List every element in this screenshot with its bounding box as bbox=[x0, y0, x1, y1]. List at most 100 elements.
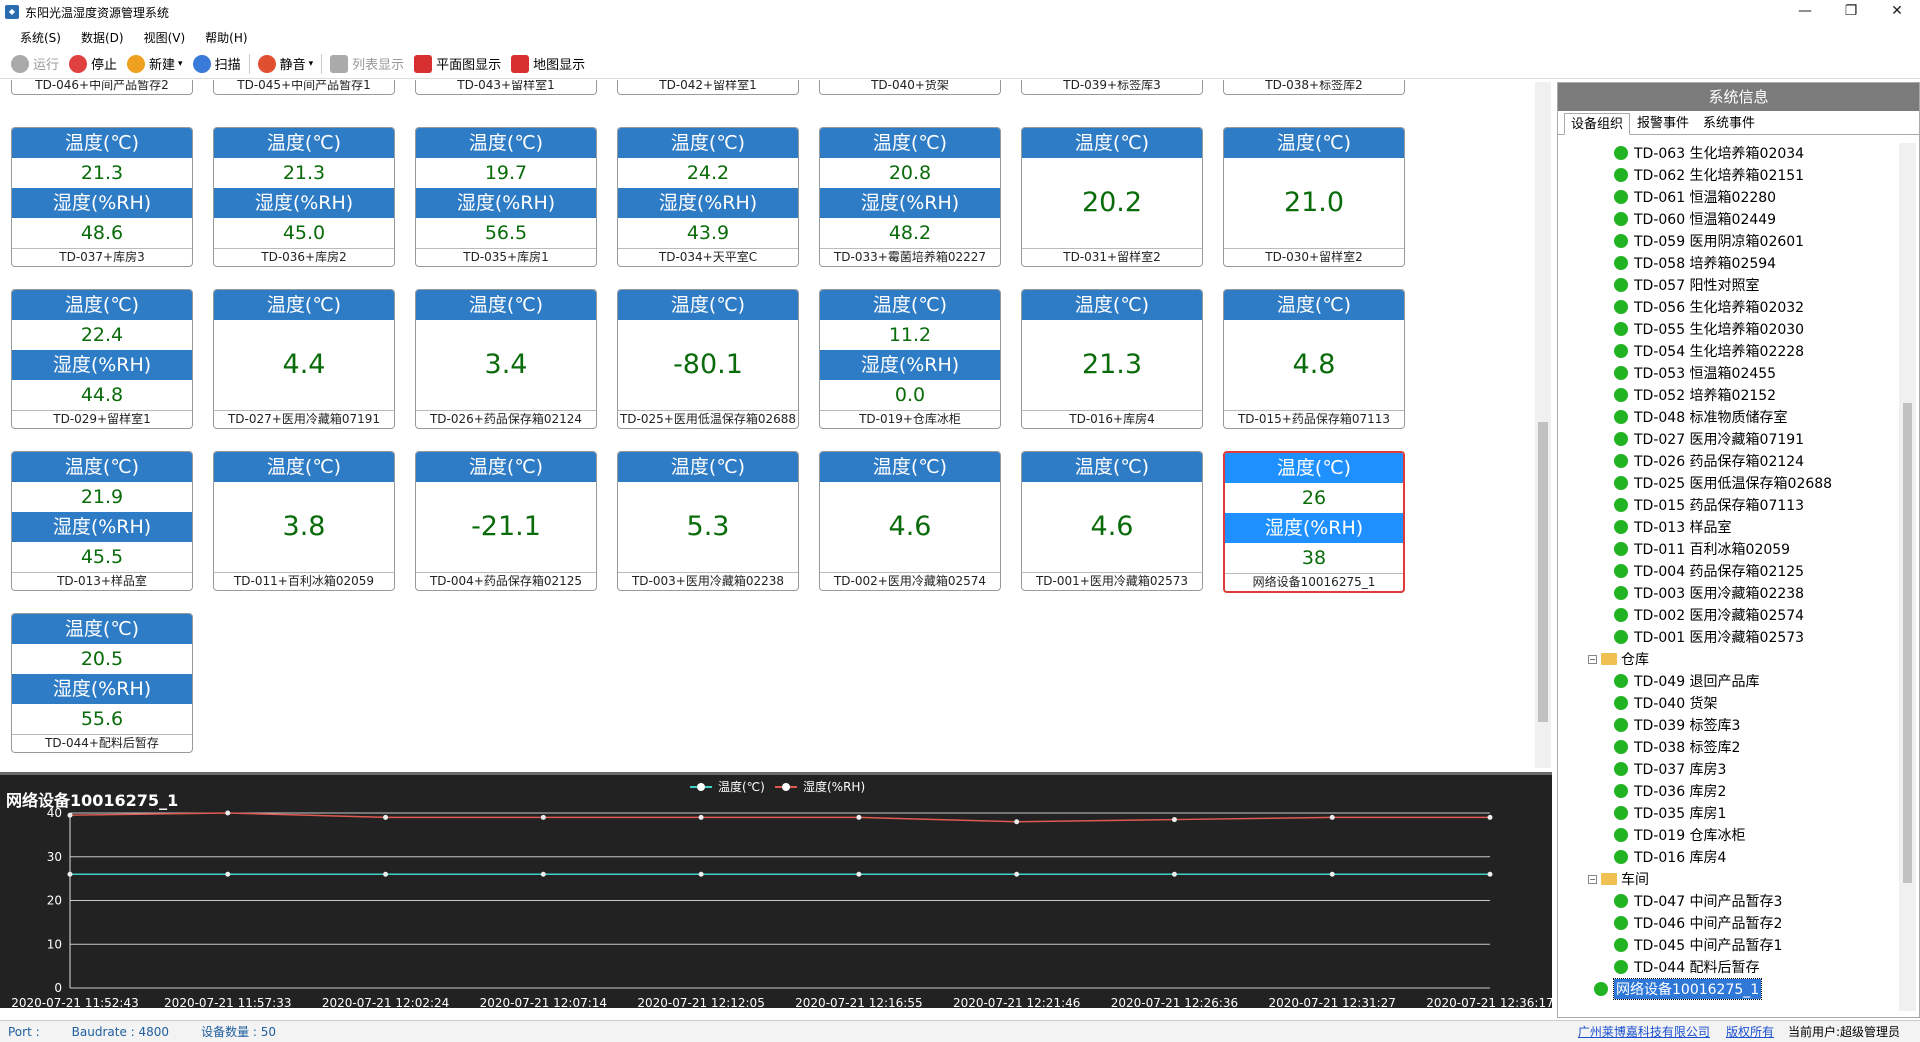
device-card[interactable]: 温度(℃) 3.8 TD-011+百利冰箱02059 bbox=[213, 451, 395, 591]
tree-device[interactable]: TD-045 中间产品暂存1 bbox=[1614, 935, 1782, 955]
device-card[interactable]: TD-043+留样室1 bbox=[415, 80, 597, 95]
tree-device[interactable]: TD-003 医用冷藏箱02238 bbox=[1614, 583, 1804, 603]
tree-folder[interactable]: − 仓库 bbox=[1588, 649, 1649, 669]
toolbar-add-button[interactable]: 新建 ▾ bbox=[122, 51, 188, 77]
tree-device[interactable]: TD-063 生化培养箱02034 bbox=[1614, 143, 1804, 163]
menu-help[interactable]: 帮助(H) bbox=[195, 29, 257, 46]
device-card[interactable]: 温度(℃) 22.4 湿度(%RH) 44.8 TD-029+留样室1 bbox=[11, 289, 193, 429]
device-card[interactable]: 温度(℃) -80.1 TD-025+医用低温保存箱02688 bbox=[617, 289, 799, 429]
device-card[interactable]: 温度(℃) 20.2 TD-031+留样室2 bbox=[1021, 127, 1203, 267]
device-card[interactable]: 温度(℃) 20.8 湿度(%RH) 48.2 TD-033+霉菌培养箱02227 bbox=[819, 127, 1001, 267]
device-card[interactable]: TD-046+中间产品暂存2 bbox=[11, 80, 193, 95]
device-card[interactable]: TD-042+留样室1 bbox=[617, 80, 799, 95]
device-card[interactable]: 温度(℃) 19.7 湿度(%RH) 56.5 TD-035+库房1 bbox=[415, 127, 597, 267]
tab-system-events[interactable]: 系统事件 bbox=[1696, 112, 1762, 134]
device-card[interactable]: 温度(℃) 20.5 湿度(%RH) 55.6 TD-044+配料后暂存 bbox=[11, 613, 193, 753]
device-card[interactable]: TD-045+中间产品暂存1 bbox=[213, 80, 395, 95]
chevron-down-icon[interactable]: ▾ bbox=[178, 59, 183, 69]
tree-device[interactable]: TD-056 生化培养箱02032 bbox=[1614, 297, 1804, 317]
device-card[interactable]: TD-038+标签库2 bbox=[1223, 80, 1405, 95]
tree-device[interactable]: TD-037 库房3 bbox=[1614, 759, 1726, 779]
device-card[interactable]: 温度(℃) 21.0 TD-030+留样室2 bbox=[1223, 127, 1405, 267]
tree-folder[interactable]: − 车间 bbox=[1588, 869, 1649, 889]
collapse-icon[interactable]: − bbox=[1588, 874, 1597, 884]
toolbar-label: 扫描 bbox=[214, 58, 241, 73]
tree-device[interactable]: TD-058 培养箱02594 bbox=[1614, 253, 1776, 273]
status-online-icon bbox=[1614, 784, 1628, 798]
tree-device[interactable]: TD-057 阳性对照室 bbox=[1614, 275, 1760, 295]
status-online-icon bbox=[1614, 740, 1628, 754]
tree-device[interactable]: TD-048 标准物质储存室 bbox=[1614, 407, 1788, 427]
menu-view[interactable]: 视图(V) bbox=[134, 29, 196, 46]
tree-device[interactable]: TD-025 医用低温保存箱02688 bbox=[1614, 473, 1832, 493]
company-link[interactable]: 广州莱博嘉科技有限公司 bbox=[1578, 1023, 1710, 1040]
tree-device[interactable]: TD-062 生化培养箱02151 bbox=[1614, 165, 1804, 185]
tree-device[interactable]: TD-053 恒温箱02455 bbox=[1614, 363, 1776, 383]
tree-device[interactable]: TD-044 配料后暂存 bbox=[1614, 957, 1760, 977]
minimize-button[interactable]: — bbox=[1782, 0, 1828, 24]
tab-device-org[interactable]: 设备组织 bbox=[1564, 113, 1631, 135]
device-card[interactable]: TD-040+货架 bbox=[819, 80, 1001, 95]
maximize-button[interactable]: ❐ bbox=[1828, 0, 1874, 24]
chevron-down-icon[interactable]: ▾ bbox=[309, 59, 314, 69]
tree-device[interactable]: TD-059 医用阴凉箱02601 bbox=[1614, 231, 1804, 251]
device-card[interactable]: 温度(℃) 26 湿度(%RH) 38 网络设备10016275_1 bbox=[1223, 451, 1405, 593]
device-card[interactable]: 温度(℃) 3.4 TD-026+药品保存箱02124 bbox=[415, 289, 597, 429]
toolbar-stop-button[interactable]: 停止 bbox=[64, 51, 122, 77]
toolbar-alarm-button[interactable]: 静音 ▾ bbox=[253, 51, 319, 77]
tree-device[interactable]: TD-001 医用冷藏箱02573 bbox=[1614, 627, 1804, 647]
tree-device[interactable]: TD-046 中间产品暂存2 bbox=[1614, 913, 1782, 933]
device-card[interactable]: 温度(℃) 21.9 湿度(%RH) 45.5 TD-013+样品室 bbox=[11, 451, 193, 591]
tree-device[interactable]: TD-011 百利冰箱02059 bbox=[1614, 539, 1790, 559]
toolbar-scan-button[interactable]: 扫描 bbox=[188, 51, 246, 77]
close-button[interactable]: ✕ bbox=[1874, 0, 1920, 24]
device-card[interactable]: 温度(℃) 4.4 TD-027+医用冷藏箱07191 bbox=[213, 289, 395, 429]
tree-scrollbar-thumb[interactable] bbox=[1903, 403, 1912, 883]
tree-device[interactable]: TD-061 恒温箱02280 bbox=[1614, 187, 1776, 207]
toolbar-list-button[interactable]: 列表显示 bbox=[325, 51, 409, 77]
tree-device[interactable]: TD-004 药品保存箱02125 bbox=[1614, 561, 1804, 581]
tree-device[interactable]: TD-054 生化培养箱02228 bbox=[1614, 341, 1804, 361]
tab-alarm-events[interactable]: 报警事件 bbox=[1630, 112, 1696, 134]
tree-device[interactable]: TD-015 药品保存箱07113 bbox=[1614, 495, 1804, 515]
toolbar-pin-button[interactable]: 平面图显示 bbox=[409, 51, 506, 77]
device-card[interactable]: 温度(℃) 4.6 TD-002+医用冷藏箱02574 bbox=[819, 451, 1001, 591]
device-card[interactable]: 温度(℃) 5.3 TD-003+医用冷藏箱02238 bbox=[617, 451, 799, 591]
tree-device[interactable]: TD-026 药品保存箱02124 bbox=[1614, 451, 1804, 471]
device-card[interactable]: 温度(℃) 24.2 湿度(%RH) 43.9 TD-034+天平室C bbox=[617, 127, 799, 267]
tree-device[interactable]: TD-047 中间产品暂存3 bbox=[1614, 891, 1782, 911]
tree-device[interactable]: TD-013 样品室 bbox=[1614, 517, 1732, 537]
device-card[interactable]: 温度(℃) 11.2 湿度(%RH) 0.0 TD-019+仓库冰柜 bbox=[819, 289, 1001, 429]
collapse-icon[interactable]: − bbox=[1588, 654, 1597, 664]
rights-link[interactable]: 版权所有 bbox=[1726, 1023, 1774, 1040]
tree-device[interactable]: TD-019 仓库冰柜 bbox=[1614, 825, 1746, 845]
toolbar-play-button[interactable]: 运行 bbox=[6, 51, 64, 77]
device-name: TD-039+标签库3 bbox=[1022, 80, 1202, 94]
tree-device[interactable]: TD-036 库房2 bbox=[1614, 781, 1726, 801]
menu-system[interactable]: 系统(S) bbox=[10, 29, 71, 46]
device-card[interactable]: 温度(℃) -21.1 TD-004+药品保存箱02125 bbox=[415, 451, 597, 591]
tree-device[interactable]: 网络设备10016275_1 bbox=[1594, 978, 1763, 1000]
tree-device[interactable]: TD-002 医用冷藏箱02574 bbox=[1614, 605, 1804, 625]
grid-scrollbar[interactable] bbox=[1535, 82, 1551, 768]
device-card[interactable]: 温度(℃) 21.3 湿度(%RH) 48.6 TD-037+库房3 bbox=[11, 127, 193, 267]
device-card[interactable]: 温度(℃) 21.3 湿度(%RH) 45.0 TD-036+库房2 bbox=[213, 127, 395, 267]
grid-scrollbar-thumb[interactable] bbox=[1538, 422, 1548, 722]
tree-device[interactable]: TD-049 退回产品库 bbox=[1614, 671, 1760, 691]
device-card[interactable]: TD-039+标签库3 bbox=[1021, 80, 1203, 95]
device-card[interactable]: 温度(℃) 4.8 TD-015+药品保存箱07113 bbox=[1223, 289, 1405, 429]
tree-device[interactable]: TD-016 库房4 bbox=[1614, 847, 1726, 867]
tree-device[interactable]: TD-052 培养箱02152 bbox=[1614, 385, 1776, 405]
tree-device[interactable]: TD-060 恒温箱02449 bbox=[1614, 209, 1776, 229]
device-card[interactable]: 温度(℃) 21.3 TD-016+库房4 bbox=[1021, 289, 1203, 429]
tree-device[interactable]: TD-035 库房1 bbox=[1614, 803, 1726, 823]
tree-device[interactable]: TD-055 生化培养箱02030 bbox=[1614, 319, 1804, 339]
tree-device[interactable]: TD-040 货架 bbox=[1614, 693, 1718, 713]
tree-device[interactable]: TD-027 医用冷藏箱07191 bbox=[1614, 429, 1804, 449]
device-card[interactable]: 温度(℃) 4.6 TD-001+医用冷藏箱02573 bbox=[1021, 451, 1203, 591]
tree-device[interactable]: TD-039 标签库3 bbox=[1614, 715, 1740, 735]
menu-data[interactable]: 数据(D) bbox=[71, 29, 134, 46]
toolbar-map-pin-button[interactable]: 地图显示 bbox=[506, 51, 590, 77]
tree-scrollbar[interactable] bbox=[1899, 143, 1916, 1011]
tree-device[interactable]: TD-038 标签库2 bbox=[1614, 737, 1740, 757]
